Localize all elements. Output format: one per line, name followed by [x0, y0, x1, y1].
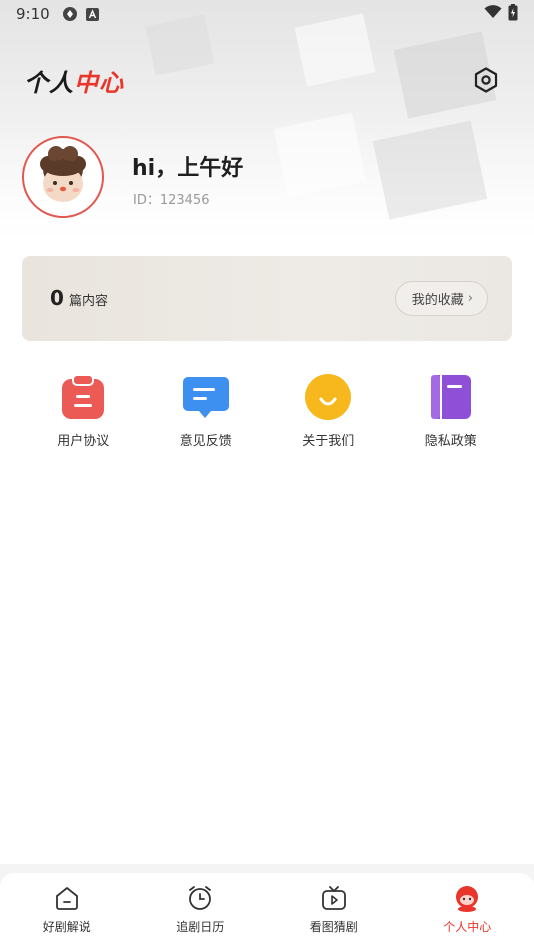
tab-personal-center[interactable]: 个人中心 — [401, 873, 534, 950]
avatar[interactable] — [22, 136, 104, 218]
notebook-icon — [426, 372, 476, 422]
chat-bubble-icon — [181, 372, 231, 422]
quick-link-label: 隐私政策 — [424, 434, 477, 449]
quick-link-privacy-policy[interactable]: 隐私政策 — [390, 372, 513, 462]
page-title: 个人中心 — [24, 68, 124, 97]
chevron-right-icon: › — [467, 291, 473, 306]
quick-link-label: 用户协议 — [57, 434, 110, 449]
quick-links: 用户协议 意见反馈 关于我们 隐私政策 — [22, 372, 512, 462]
alarm-clock-icon — [185, 883, 215, 913]
tab-guess-drama[interactable]: 看图猜剧 — [267, 873, 401, 950]
tab-label: 个人中心 — [443, 920, 492, 934]
content-count-label: 篇内容 — [69, 294, 109, 309]
tab-label: 追剧日历 — [176, 920, 225, 934]
page-header: 个人中心 — [24, 62, 510, 98]
content-stats-card: 0 篇内容 我的收藏 › — [22, 256, 512, 341]
greeting-text: hi，上午好 — [132, 156, 244, 181]
gear-icon — [474, 67, 498, 93]
tab-drama-calendar[interactable]: 追剧日历 — [134, 873, 268, 950]
quick-link-feedback[interactable]: 意见反馈 — [145, 372, 268, 462]
clipboard-icon — [58, 372, 108, 422]
wifi-icon — [484, 5, 502, 23]
tab-label: 看图猜剧 — [309, 920, 358, 934]
tv-play-icon — [319, 883, 349, 913]
battery-icon — [508, 3, 518, 25]
status-bar: 9:10 — [0, 0, 534, 28]
avatar-image — [40, 146, 86, 202]
home-icon — [52, 883, 82, 913]
tab-label: 好剧解说 — [42, 920, 91, 934]
quick-link-about-us[interactable]: 关于我们 — [267, 372, 390, 462]
profile-section: hi，上午好 ID：123456 — [22, 136, 512, 220]
sync-icon — [62, 6, 78, 22]
my-favorites-label: 我的收藏 — [411, 293, 464, 308]
content-count: 0 — [50, 286, 64, 310]
tab-drama-commentary[interactable]: 好剧解说 — [0, 873, 134, 950]
quick-link-label: 关于我们 — [302, 434, 355, 449]
quick-link-label: 意见反馈 — [179, 434, 232, 449]
my-favorites-button[interactable]: 我的收藏 › — [394, 281, 488, 316]
mascot-icon — [452, 883, 482, 913]
app-notification-icon — [85, 7, 99, 21]
settings-button[interactable] — [470, 64, 502, 96]
quick-link-user-agreement[interactable]: 用户协议 — [22, 372, 145, 462]
status-time: 9:10 — [16, 5, 50, 23]
bottom-tab-bar: 好剧解说 追剧日历 看图猜剧 个人中心 — [0, 864, 534, 950]
user-id: ID：123456 — [133, 193, 210, 208]
smile-icon — [303, 372, 353, 422]
